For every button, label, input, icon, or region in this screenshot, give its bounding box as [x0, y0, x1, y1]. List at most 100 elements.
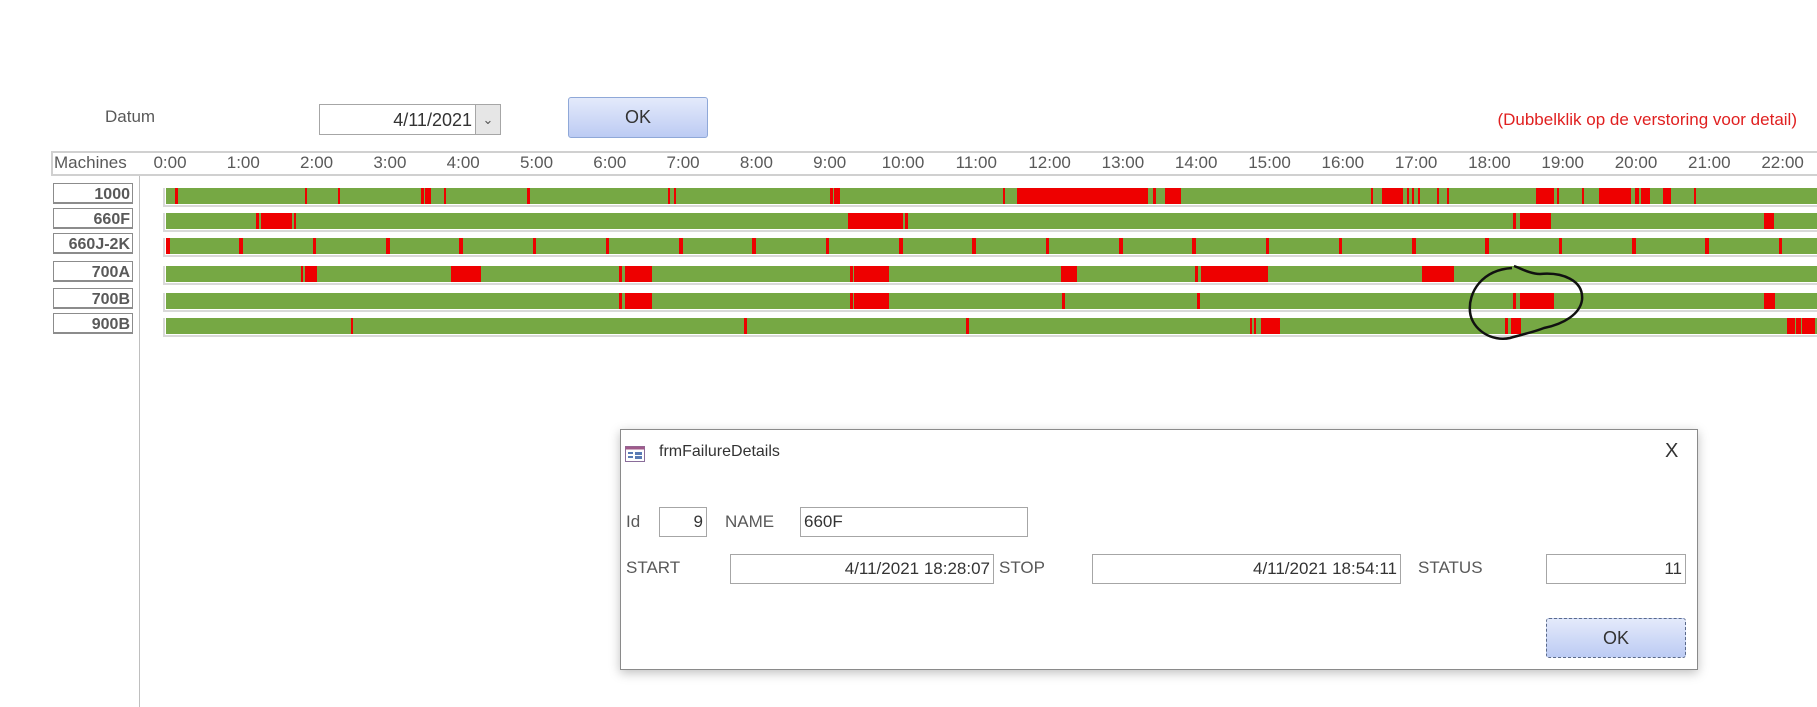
failure-segment[interactable]: [1662, 188, 1671, 204]
failure-segment[interactable]: [1417, 188, 1420, 204]
failure-segment[interactable]: [1338, 238, 1343, 254]
failure-segment[interactable]: [1535, 188, 1555, 204]
failure-segment[interactable]: [459, 238, 463, 254]
failure-segment[interactable]: [1556, 188, 1559, 204]
failure-segment[interactable]: [833, 188, 840, 204]
failure-segment[interactable]: [1519, 213, 1552, 229]
failure-segment[interactable]: [1763, 293, 1775, 309]
date-value[interactable]: 4/11/2021: [393, 110, 472, 131]
failure-segment[interactable]: [1153, 188, 1156, 204]
start-field[interactable]: 4/11/2021 18:28:07: [730, 554, 994, 584]
failure-segment[interactable]: [300, 266, 304, 282]
failure-segment[interactable]: [1513, 213, 1517, 229]
failure-segment[interactable]: [1412, 238, 1416, 254]
failure-segment[interactable]: [174, 188, 178, 204]
failure-segment[interactable]: [338, 188, 341, 204]
failure-segment[interactable]: [1195, 266, 1199, 282]
failure-segment[interactable]: [1778, 238, 1783, 254]
failure-segment[interactable]: [668, 188, 671, 204]
failure-segment[interactable]: [618, 266, 622, 282]
failure-segment[interactable]: [1118, 238, 1123, 254]
status-field[interactable]: 11: [1546, 554, 1686, 584]
failure-segment[interactable]: [1446, 188, 1449, 204]
dialog-ok-button[interactable]: OK: [1546, 618, 1686, 658]
failure-segment[interactable]: [854, 293, 890, 309]
failure-segment[interactable]: [1197, 293, 1200, 309]
stop-field[interactable]: 4/11/2021 18:54:11: [1092, 554, 1401, 584]
failure-segment[interactable]: [293, 213, 296, 229]
name-field[interactable]: 660F: [800, 507, 1028, 537]
failure-segment[interactable]: [849, 266, 853, 282]
failure-segment[interactable]: [1437, 188, 1440, 204]
failure-segment[interactable]: [256, 213, 260, 229]
failure-segment[interactable]: [1421, 266, 1454, 282]
failure-segment[interactable]: [1787, 318, 1795, 334]
failure-segment[interactable]: [673, 188, 676, 204]
failure-segment[interactable]: [451, 266, 482, 282]
failure-segment[interactable]: [1261, 318, 1281, 334]
failure-segment[interactable]: [605, 238, 610, 254]
failure-segment[interactable]: [1200, 266, 1268, 282]
failure-segment[interactable]: [1634, 188, 1640, 204]
failure-segment[interactable]: [261, 213, 293, 229]
failure-segment[interactable]: [1632, 238, 1636, 254]
failure-segment[interactable]: [624, 266, 652, 282]
failure-segment[interactable]: [305, 188, 308, 204]
failure-segment[interactable]: [1582, 188, 1585, 204]
failure-segment[interactable]: [624, 293, 652, 309]
failure-segment[interactable]: [532, 238, 537, 254]
failure-segment[interactable]: [1693, 188, 1696, 204]
failure-segment[interactable]: [425, 188, 432, 204]
failure-segment[interactable]: [443, 188, 446, 204]
failure-segment[interactable]: [1599, 188, 1632, 204]
failure-segment[interactable]: [1796, 318, 1801, 334]
failure-segment[interactable]: [1640, 188, 1651, 204]
failure-segment[interactable]: [744, 318, 748, 334]
failure-segment[interactable]: [1250, 318, 1253, 334]
failure-segment[interactable]: [1485, 238, 1490, 254]
ok-button[interactable]: OK: [568, 97, 708, 138]
date-combo[interactable]: 4/11/2021 ⌄: [319, 104, 501, 135]
stop-label: STOP: [999, 558, 1045, 577]
failure-segment[interactable]: [239, 238, 243, 254]
failure-segment[interactable]: [1371, 188, 1374, 204]
failure-segment[interactable]: [166, 238, 170, 254]
failure-segment[interactable]: [854, 266, 890, 282]
failure-segment[interactable]: [1003, 188, 1006, 204]
failure-segment[interactable]: [527, 188, 530, 204]
failure-segment[interactable]: [899, 238, 903, 254]
failure-segment[interactable]: [1061, 293, 1065, 309]
chevron-down-icon[interactable]: ⌄: [475, 105, 500, 134]
failure-segment[interactable]: [618, 293, 622, 309]
failure-segment[interactable]: [1802, 318, 1816, 334]
failure-segment[interactable]: [679, 238, 683, 254]
failure-segment[interactable]: [825, 238, 830, 254]
failure-segment[interactable]: [1382, 188, 1404, 204]
failure-segment[interactable]: [849, 293, 853, 309]
failure-segment[interactable]: [1265, 238, 1270, 254]
failure-segment[interactable]: [1017, 188, 1149, 204]
failure-segment[interactable]: [304, 266, 317, 282]
failure-segment[interactable]: [1558, 238, 1563, 254]
failure-segment[interactable]: [1192, 238, 1196, 254]
failure-segment[interactable]: [904, 213, 908, 229]
failure-segment[interactable]: [421, 188, 424, 204]
failure-segment[interactable]: [1060, 266, 1078, 282]
failure-segment[interactable]: [351, 318, 354, 334]
failure-segment[interactable]: [1412, 188, 1415, 204]
failure-segment[interactable]: [1705, 238, 1709, 254]
id-field[interactable]: 9: [659, 507, 707, 537]
failure-segment[interactable]: [830, 188, 834, 204]
failure-segment[interactable]: [972, 238, 976, 254]
failure-segment[interactable]: [312, 238, 317, 254]
failure-segment[interactable]: [1045, 238, 1050, 254]
failure-segment[interactable]: [385, 238, 390, 254]
failure-segment[interactable]: [848, 213, 904, 229]
failure-segment[interactable]: [965, 318, 970, 334]
failure-segment[interactable]: [752, 238, 757, 254]
failure-segment[interactable]: [1253, 318, 1256, 334]
failure-segment[interactable]: [1406, 188, 1410, 204]
failure-segment[interactable]: [1165, 188, 1182, 204]
close-icon[interactable]: X: [1665, 440, 1678, 463]
failure-segment[interactable]: [1763, 213, 1775, 229]
